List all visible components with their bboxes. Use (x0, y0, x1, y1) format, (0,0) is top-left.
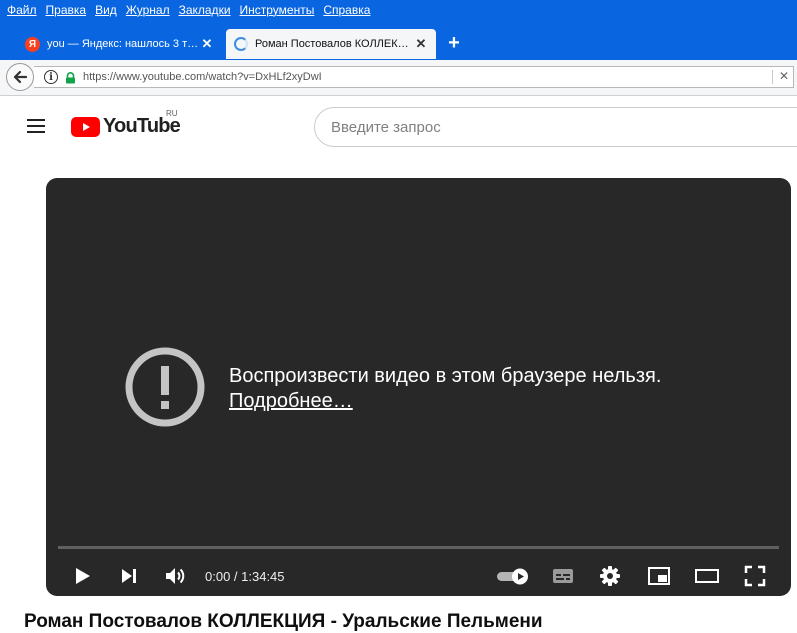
mute-button[interactable] (161, 556, 189, 596)
time-display: 0:00 / 1:34:45 (205, 568, 285, 584)
loading-icon (234, 37, 248, 51)
youtube-logo[interactable]: YouTube RU (71, 109, 181, 138)
tab-strip: Я you — Яндекс: нашлось 3 т… ✕ Роман Пос… (0, 20, 797, 60)
volume-icon (166, 568, 185, 584)
search-placeholder: Введите запрос (331, 118, 441, 136)
tab-yandex[interactable]: Я you — Яндекс: нашлось 3 т… ✕ (17, 29, 222, 59)
yandex-icon: Я (25, 36, 40, 52)
play-icon (76, 568, 90, 584)
menu-view[interactable]: Вид (95, 3, 117, 17)
menu-bookmarks[interactable]: Закладки (179, 3, 231, 17)
info-icon[interactable]: i (44, 70, 58, 84)
new-tab-button[interactable]: + (444, 31, 464, 55)
url-divider (772, 70, 773, 84)
theater-mode-button[interactable] (692, 556, 722, 596)
arrow-left-icon (13, 70, 28, 84)
next-icon (122, 569, 136, 583)
close-icon[interactable]: ✕ (414, 36, 428, 52)
menu-bar: Файл Правка Вид Журнал Закладки Инструме… (0, 0, 797, 20)
settings-button[interactable] (595, 556, 625, 596)
fullscreen-button[interactable] (740, 556, 770, 596)
fullscreen-icon (744, 565, 766, 587)
tab-label: you — Яндекс: нашлось 3 т… (47, 38, 199, 50)
error-icon (125, 347, 205, 427)
menu-icon[interactable] (27, 119, 45, 133)
back-button[interactable] (6, 63, 34, 91)
toggle-icon (497, 568, 528, 585)
miniplayer-icon (648, 567, 670, 585)
player-controls: 0:00 / 1:34:45 (46, 556, 791, 596)
progress-bar[interactable] (58, 546, 779, 549)
tab-label: Роман Постовалов КОЛЛЕК… (255, 38, 409, 50)
error-message: Воспроизвести видео в этом браузере нель… (229, 365, 662, 387)
region-code: RU (166, 109, 178, 118)
video-player[interactable]: Воспроизвести видео в этом браузере нель… (46, 178, 791, 596)
menu-history[interactable]: Журнал (126, 3, 170, 17)
gear-icon (600, 566, 620, 586)
subtitles-icon (553, 569, 573, 583)
menu-tools[interactable]: Инструменты (240, 3, 315, 17)
theater-icon (695, 569, 719, 583)
play-button[interactable] (68, 556, 96, 596)
tab-youtube[interactable]: Роман Постовалов КОЛЛЕК… ✕ (226, 29, 436, 59)
youtube-wordmark: YouTube (103, 115, 181, 137)
learn-more-link[interactable]: Подробнее… (229, 390, 353, 413)
close-icon[interactable]: ✕ (200, 36, 214, 52)
miniplayer-button[interactable] (644, 556, 674, 596)
subtitles-button[interactable] (548, 556, 578, 596)
autoplay-toggle[interactable] (493, 556, 533, 596)
search-input[interactable]: Введите запрос (314, 107, 797, 147)
navigation-bar: i https://www.youtube.com/watch?v=DxHLf2… (0, 60, 797, 96)
close-icon[interactable]: ✕ (779, 69, 789, 83)
lock-icon (65, 71, 76, 84)
menu-help[interactable]: Справка (323, 3, 370, 17)
youtube-play-icon (71, 116, 100, 137)
address-bar[interactable]: i https://www.youtube.com/watch?v=DxHLf2… (34, 66, 794, 88)
menu-edit[interactable]: Правка (46, 3, 87, 17)
video-title: Роман Постовалов КОЛЛЕКЦИЯ - Уральские П… (24, 611, 543, 632)
youtube-header: YouTube RU Введите запрос (0, 97, 797, 157)
next-button[interactable] (115, 556, 143, 596)
menu-file[interactable]: Файл (7, 3, 37, 17)
url-text: https://www.youtube.com/watch?v=DxHLf2xy… (83, 71, 322, 83)
